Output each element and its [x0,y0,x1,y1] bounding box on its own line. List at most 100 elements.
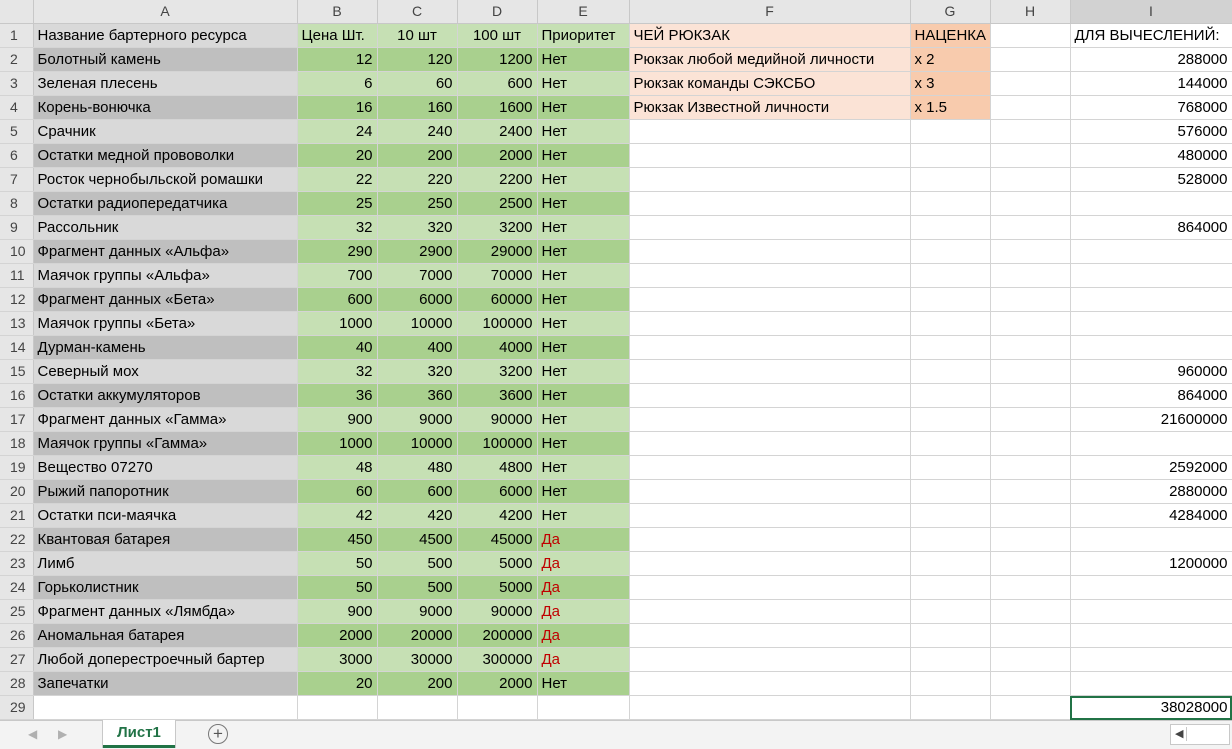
cell-price-100[interactable]: 3600 [457,383,538,408]
cell-price-100[interactable]: 29000 [457,239,538,264]
cell-resource-name[interactable]: Зеленая плесень [33,71,298,96]
cell-price[interactable]: 60 [297,479,378,504]
cell-price-100[interactable]: 300000 [457,647,538,672]
cell-markup[interactable] [910,503,991,528]
cell-calc[interactable] [1070,311,1232,336]
cell-empty[interactable] [990,191,1071,216]
cell-priority[interactable]: Нет [537,311,630,336]
cell-empty[interactable] [377,695,458,720]
cell-price-10[interactable]: 420 [377,503,458,528]
cell-price-100[interactable]: 3200 [457,359,538,384]
row-header[interactable]: 4 [0,95,34,120]
cell-price[interactable]: 50 [297,551,378,576]
cell-price[interactable]: 900 [297,599,378,624]
cell-backpack[interactable]: Рюкзак любой медийной личности [629,47,911,72]
cell-price-100[interactable]: 100000 [457,431,538,456]
cell-markup[interactable]: x 1.5 [910,95,991,120]
cell-empty[interactable] [297,695,378,720]
cell-calc[interactable]: 864000 [1070,383,1232,408]
row-header[interactable]: 14 [0,335,34,360]
cell-total-calc-selected[interactable]: 38028000 [1070,695,1232,720]
cell-price-10[interactable]: 360 [377,383,458,408]
cell-priority[interactable]: Нет [537,383,630,408]
cell-empty[interactable] [990,215,1071,240]
column-header-a[interactable]: A [33,0,298,24]
cell-markup[interactable] [910,671,991,696]
cell-markup[interactable] [910,575,991,600]
cell-resource-name[interactable]: Любой доперестроечный бартер [33,647,298,672]
cell-price-100[interactable]: 90000 [457,599,538,624]
row-header[interactable]: 22 [0,527,34,552]
row-header[interactable]: 18 [0,431,34,456]
cell-resource-name[interactable]: Маячок группы «Альфа» [33,263,298,288]
cell-backpack[interactable] [629,215,911,240]
cell-price-10[interactable]: 320 [377,359,458,384]
cell-backpack[interactable] [629,311,911,336]
cell-resource-name[interactable]: Рыжий папоротник [33,479,298,504]
row-header[interactable]: 26 [0,623,34,648]
cell-price-10[interactable]: 600 [377,479,458,504]
cell-calc[interactable]: 528000 [1070,167,1232,192]
cell-price-10[interactable]: 20000 [377,623,458,648]
row-header[interactable]: 28 [0,671,34,696]
cell-price[interactable]: 16 [297,95,378,120]
cell-empty[interactable] [990,599,1071,624]
cell-price[interactable]: 290 [297,239,378,264]
cell-empty[interactable] [990,263,1071,288]
cell-calc[interactable] [1070,575,1232,600]
cell-priority[interactable]: Нет [537,239,630,264]
cell-price-10[interactable]: 60 [377,71,458,96]
cell-markup[interactable]: x 3 [910,71,991,96]
cell-markup[interactable] [910,215,991,240]
cell-price-10[interactable]: 240 [377,119,458,144]
cell-priority[interactable]: Нет [537,479,630,504]
cell-price-10[interactable]: 30000 [377,647,458,672]
cell-priority[interactable]: Да [537,647,630,672]
cell-resource-name[interactable]: Северный мох [33,359,298,384]
cell-price-100[interactable]: 4000 [457,335,538,360]
cell-price-100[interactable]: 3200 [457,215,538,240]
cell-price-10[interactable]: 200 [377,143,458,168]
cell-backpack[interactable] [629,287,911,312]
cell-resource-name[interactable]: Запечатки [33,671,298,696]
cell-resource-name[interactable]: Маячок группы «Гамма» [33,431,298,456]
column-header-d[interactable]: D [457,0,538,24]
cell-price-10[interactable]: 500 [377,551,458,576]
cell-header-name[interactable]: Название бартерного ресурса [33,23,298,48]
cell-price-10[interactable]: 4500 [377,527,458,552]
cell-priority[interactable]: Нет [537,503,630,528]
cell-backpack[interactable] [629,599,911,624]
cell-calc[interactable]: 768000 [1070,95,1232,120]
cell-resource-name[interactable]: Корень-вонючка [33,95,298,120]
cell-calc[interactable] [1070,647,1232,672]
cell-empty[interactable] [990,551,1071,576]
row-header[interactable]: 12 [0,287,34,312]
cell-calc[interactable] [1070,335,1232,360]
cell-price-100[interactable]: 5000 [457,575,538,600]
cell-price[interactable]: 6 [297,71,378,96]
cell-price[interactable]: 20 [297,671,378,696]
cell-table[interactable]: A B C D E F G H I 1 Название бартерного … [0,0,1232,720]
cell-priority[interactable]: Нет [537,431,630,456]
cell-backpack[interactable] [629,455,911,480]
cell-price-100[interactable]: 5000 [457,551,538,576]
cell-backpack[interactable] [629,191,911,216]
row-header[interactable]: 25 [0,599,34,624]
cell-priority[interactable]: Нет [537,263,630,288]
cell-resource-name[interactable]: Лимб [33,551,298,576]
cell-calc[interactable] [1070,191,1232,216]
cell-backpack[interactable] [629,527,911,552]
column-header-g[interactable]: G [910,0,991,24]
cell-priority[interactable]: Нет [537,191,630,216]
cell-empty[interactable] [910,695,991,720]
row-header[interactable]: 1 [0,23,34,48]
cell-price-10[interactable]: 10000 [377,431,458,456]
cell-backpack[interactable] [629,239,911,264]
cell-resource-name[interactable]: Болотный камень [33,47,298,72]
cell-markup[interactable] [910,143,991,168]
cell-calc[interactable]: 1200000 [1070,551,1232,576]
cell-backpack[interactable] [629,383,911,408]
scroll-tabs-right-icon[interactable]: ▶ [58,727,67,741]
cell-markup[interactable] [910,647,991,672]
cell-markup[interactable] [910,359,991,384]
